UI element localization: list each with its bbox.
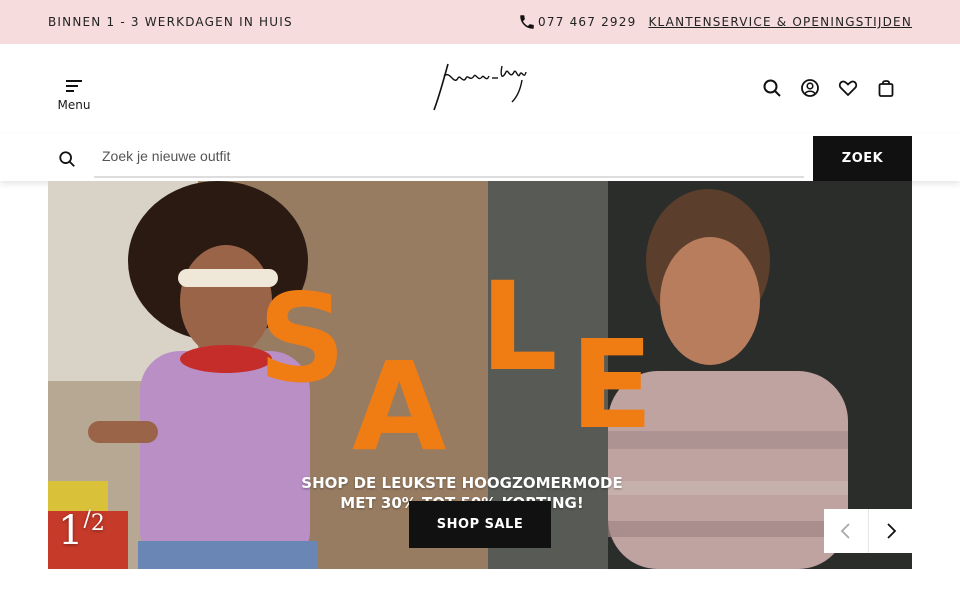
bag-icon: [878, 80, 894, 97]
search-input[interactable]: [94, 136, 804, 178]
phone-number: 077 467 2929: [538, 15, 637, 29]
wishlist-button[interactable]: [838, 78, 858, 98]
cart-button[interactable]: [876, 78, 896, 98]
search-icon: [763, 79, 781, 97]
slide-total: 2: [90, 511, 105, 536]
next-slide-button[interactable]: [868, 509, 912, 553]
hamburger-icon: [66, 80, 82, 92]
delivery-text: BINNEN 1 - 3 WERKDAGEN IN HUIS: [48, 15, 293, 29]
phone-icon: [520, 15, 534, 29]
heart-icon: [838, 80, 858, 97]
sale-letter-a: A: [352, 336, 446, 478]
menu-button[interactable]: Menu: [54, 78, 94, 112]
shop-sale-button[interactable]: SHOP SALE: [409, 501, 551, 548]
slide-counter: 1/2: [58, 507, 105, 554]
menu-label: Menu: [57, 98, 91, 112]
slider-nav: [824, 509, 912, 553]
promo-line-1: SHOP DE LEUKSTE HOOGZOMERMODE: [301, 474, 623, 492]
search-bar: ZOEK: [0, 134, 960, 181]
sale-letter-s: S: [258, 268, 346, 410]
chevron-right-icon: [886, 523, 896, 539]
hero-banner[interactable]: S A L E SHOP DE LEUKSTE HOOGZOMERMODE ME…: [48, 181, 912, 569]
announcement-bar: BINNEN 1 - 3 WERKDAGEN IN HUIS 077 467 2…: [0, 0, 960, 44]
site-header: Menu: [0, 44, 960, 134]
prev-slide-button[interactable]: [824, 509, 868, 553]
search-icon: [59, 151, 75, 167]
slide-current: 1: [58, 508, 84, 554]
phone-link[interactable]: 077 467 2929: [518, 13, 636, 31]
search-submit-button[interactable]: ZOEK: [813, 136, 912, 181]
sale-letter-e: E: [570, 314, 653, 456]
service-link[interactable]: KLANTENSERVICE & OPENINGSTIJDEN: [648, 15, 912, 29]
account-button[interactable]: [800, 78, 820, 98]
brand-logo[interactable]: [430, 58, 530, 114]
slide-separator: /: [83, 507, 91, 532]
sale-letter-l: L: [480, 256, 558, 398]
header-search-button[interactable]: [762, 78, 782, 98]
account-icon: [801, 79, 819, 97]
chevron-left-icon: [840, 523, 850, 539]
